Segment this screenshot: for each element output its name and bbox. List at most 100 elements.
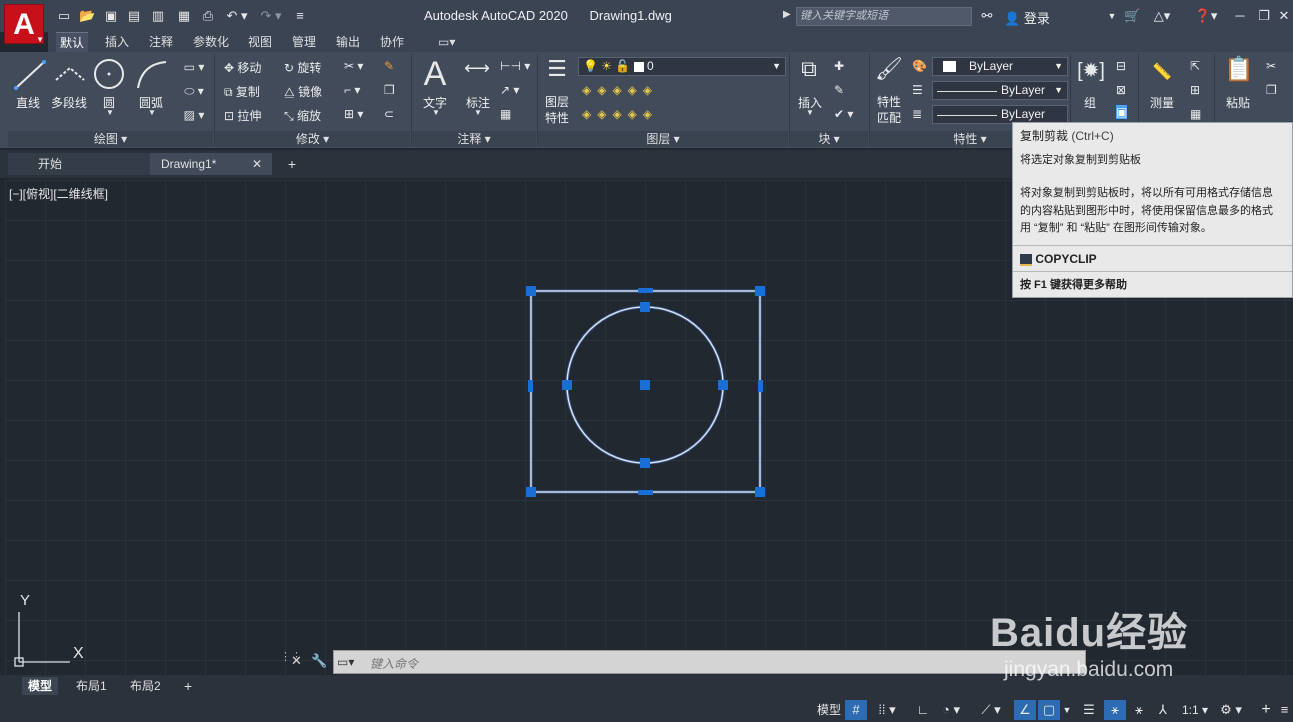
trim-button[interactable]: ✂ ▾ <box>344 59 363 73</box>
erase-button[interactable]: ✎ <box>384 59 394 73</box>
create-block-button[interactable]: ✚ <box>834 59 844 73</box>
cart-icon[interactable]: 🛒 <box>1124 8 1140 24</box>
tab-layout2[interactable]: 布局2 <box>124 677 167 695</box>
close-tab-icon[interactable]: ✕ <box>252 153 262 175</box>
tab-model[interactable]: 模型 <box>22 677 59 695</box>
ortho-mode-icon[interactable]: ∟ <box>912 700 934 720</box>
edit-block-button[interactable]: ✎ <box>834 83 844 97</box>
linetype-dropdown[interactable]: ByLayer ▼ <box>932 81 1068 100</box>
snap-mode-icon[interactable]: ⁞⁞ ▾ <box>870 700 904 720</box>
block-panel-label[interactable]: 块 ▾ <box>790 131 868 147</box>
workspace-gear-icon[interactable]: ⚙ ▾ <box>1214 700 1248 720</box>
auto-scale-icon[interactable]: ⚹ <box>1128 700 1150 720</box>
group-select-button[interactable]: ▣ <box>1116 105 1128 119</box>
tab-manage[interactable]: 管理 <box>288 32 320 52</box>
share-icon[interactable]: ▦ <box>176 8 192 24</box>
help-icon[interactable]: ❓▾ <box>1194 8 1218 24</box>
ungroup-button[interactable]: ⊟ <box>1116 59 1126 73</box>
annotation-visibility-icon[interactable]: ⚹ <box>1104 700 1126 720</box>
a360-icon[interactable]: △▾ <box>1150 8 1174 24</box>
rectangle-icon[interactable]: ▭ ▾ <box>178 60 210 74</box>
isometric-draft-icon[interactable]: ⟋ ▾ <box>974 700 1008 720</box>
match-properties-button[interactable]: 特性 匹配 <box>877 94 901 126</box>
tab-drawing1[interactable]: Drawing1* ✕ <box>150 153 272 175</box>
draw-panel-label[interactable]: 绘图 ▾ <box>8 131 213 147</box>
dimension-dropdown-icon[interactable]: ▼ <box>474 108 482 117</box>
add-layout-button[interactable]: + <box>178 677 198 695</box>
line-button[interactable]: 直线 <box>16 94 40 111</box>
lineweight-display-icon[interactable]: ☰ <box>1078 700 1100 720</box>
tab-insert[interactable]: 插入 <box>101 32 133 52</box>
circle-dropdown-icon[interactable]: ▼ <box>106 108 114 117</box>
viewport-controls-label[interactable]: [−][俯视][二维线框] <box>9 185 108 202</box>
modify-panel-label[interactable]: 修改 ▾ <box>215 131 410 147</box>
insert-dropdown-icon[interactable]: ▼ <box>806 108 814 117</box>
linear-dim-button[interactable]: ⊢⊣ ▾ <box>500 59 530 73</box>
offset-button[interactable]: ⊂ <box>384 107 394 121</box>
command-input[interactable]: ▭▾ 键入命令 <box>333 650 1086 674</box>
sign-in-button[interactable]: 👤 登录 <box>1004 8 1050 27</box>
minimize-icon[interactable]: ─ <box>1232 8 1248 24</box>
binoculars-icon[interactable]: ⚯ <box>979 8 995 24</box>
redo-icon[interactable]: ↷ ▾ <box>258 8 284 24</box>
stretch-button[interactable]: ⊡ 拉伸 <box>224 107 261 124</box>
tab-start[interactable]: 开始 <box>8 153 150 175</box>
ribbon-display-toggle-icon[interactable]: ▭▾ <box>434 32 459 52</box>
cut-button[interactable]: ✂ <box>1266 59 1276 73</box>
tab-output[interactable]: 输出 <box>332 32 364 52</box>
copy-button[interactable]: ⧉ 复制 <box>224 83 260 100</box>
restore-icon[interactable]: ❐ <box>1256 8 1272 24</box>
ellipse-icon[interactable]: ⬭ ▾ <box>178 84 210 99</box>
object-snap-icon[interactable]: ▢ <box>1038 700 1060 720</box>
search-input[interactable]: 键入关键字或短语 <box>796 7 972 26</box>
text-dropdown-icon[interactable]: ▼ <box>432 108 440 117</box>
close-icon[interactable]: ✕ <box>291 653 302 669</box>
open-folder-icon[interactable]: 📂 <box>79 8 95 24</box>
save-as-icon[interactable]: ▤ <box>126 8 142 24</box>
model-space-button[interactable]: 模型 <box>814 700 844 720</box>
undo-icon[interactable]: ↶ ▾ <box>224 8 250 24</box>
polar-tracking-icon[interactable]: ◔ ▾ <box>934 700 968 720</box>
hatch-icon[interactable]: ▨ ▾ <box>178 108 210 122</box>
layer-dropdown[interactable]: 💡 ☀ 🔓 0 ▼ <box>578 57 786 76</box>
tab-annotate[interactable]: 注释 <box>145 32 177 52</box>
tab-view[interactable]: 视图 <box>244 32 276 52</box>
search-expand-icon[interactable]: ▶ <box>783 9 791 20</box>
color-dropdown[interactable]: ByLayer ▼ <box>932 57 1068 76</box>
scale-button[interactable]: ⤡ 缩放 <box>284 107 321 124</box>
move-button[interactable]: ✥ 移动 <box>224 59 261 76</box>
annotation-monitor-icon[interactable]: + <box>1256 700 1276 720</box>
wrench-icon[interactable]: 🔧 <box>311 653 327 669</box>
explode-button[interactable]: ❒ <box>384 83 395 97</box>
new-file-icon[interactable]: ▭ <box>56 8 72 24</box>
select-all-button[interactable]: ⊞ <box>1190 83 1200 97</box>
close-window-icon[interactable]: ✕ <box>1276 8 1292 24</box>
fillet-button[interactable]: ⌐ ▾ <box>344 83 360 97</box>
save-icon[interactable]: ▣ <box>103 8 119 24</box>
layer-tools-row-1[interactable]: ◈◈◈◈◈ <box>582 83 658 97</box>
print-icon[interactable]: ⎙ <box>200 8 216 24</box>
measure-button[interactable]: 测量 <box>1150 94 1174 111</box>
tab-default[interactable]: 默认 <box>56 32 89 53</box>
paste-button[interactable]: 粘贴 <box>1226 94 1250 111</box>
scale-selector[interactable]: 1:1 ▾ <box>1178 700 1212 720</box>
copy-clip-button[interactable]: ❐ <box>1266 83 1277 97</box>
layers-panel-label[interactable]: 图层 ▾ <box>538 131 788 147</box>
application-menu-button[interactable]: A ▼ <box>4 4 44 44</box>
arc-dropdown-icon[interactable]: ▼ <box>148 108 156 117</box>
block-attributes-button[interactable]: ✔ ▾ <box>834 107 853 121</box>
group-button[interactable]: 组 <box>1084 94 1096 111</box>
object-snap-dropdown-icon[interactable]: ▼ <box>1060 700 1074 720</box>
quick-select-button[interactable]: ⇱ <box>1190 59 1200 73</box>
annotation-scale-icon[interactable]: ⅄ <box>1152 700 1174 720</box>
array-button[interactable]: ⊞ ▾ <box>344 107 363 121</box>
command-prompt-icon[interactable]: ▭▾ <box>337 655 354 669</box>
layer-properties-button[interactable]: 图层 特性 <box>545 94 569 126</box>
calculator-button[interactable]: ▦ <box>1190 107 1201 121</box>
tab-layout1[interactable]: 布局1 <box>70 677 113 695</box>
rotate-button[interactable]: ↻ 旋转 <box>284 59 321 76</box>
polyline-button[interactable]: 多段线 <box>51 94 87 111</box>
group-edit-button[interactable]: ⊠ <box>1116 83 1126 97</box>
customize-toolbar-icon[interactable]: ≡ <box>292 8 308 24</box>
customization-icon[interactable]: ≡ <box>1276 700 1293 720</box>
